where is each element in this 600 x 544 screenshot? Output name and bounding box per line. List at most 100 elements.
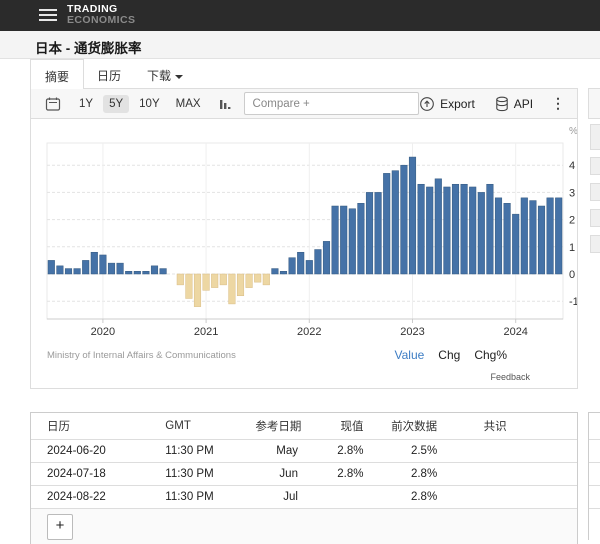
chart-bar <box>306 260 313 274</box>
trading-economics-logo[interactable]: TRADING ECONOMICS <box>67 4 135 26</box>
page-title: 日本 - 通货膨胀率 <box>35 37 142 57</box>
cell-actual <box>304 485 370 508</box>
chart-bar <box>203 274 210 290</box>
cell-previous: 2.8% <box>369 462 443 485</box>
table-row[interactable]: 2024-07-18 11:30 PM Jun 2.8% 2.8% <box>31 462 577 485</box>
hamburger-menu-icon[interactable] <box>39 9 57 23</box>
y-axis-label: 4 <box>569 160 575 172</box>
table-row[interactable]: 2024-08-22 11:30 PM Jul 2.8% <box>31 485 577 508</box>
export-label: Export <box>440 97 475 111</box>
chart-bar <box>246 274 253 288</box>
chart-bar <box>512 214 519 274</box>
inflation-bar-chart: 43210-1%20202021202220232024 <box>31 121 577 347</box>
calendar-icon[interactable] <box>45 96 61 112</box>
feedback-link[interactable]: Feedback <box>490 372 530 382</box>
chart-bar <box>521 198 528 274</box>
x-axis-label: 2021 <box>194 326 218 338</box>
chart-bar <box>211 274 218 288</box>
chart-bar <box>91 252 98 274</box>
y-axis-label: 2 <box>569 215 575 227</box>
x-axis-label: 2023 <box>400 326 424 338</box>
y-axis-label: -1 <box>569 296 577 308</box>
chart-bar <box>469 187 476 274</box>
chart-bar <box>375 192 382 274</box>
chart-bar <box>383 173 390 274</box>
chart-bar <box>530 201 537 274</box>
cell-previous: 2.8% <box>369 485 443 508</box>
chart-bar <box>452 184 459 274</box>
chart-bar <box>220 274 227 285</box>
chart-bar <box>409 157 416 274</box>
cell-gmt: 11:30 PM <box>159 439 249 462</box>
chart-bar <box>57 266 64 274</box>
col-header-consensus: 共识 <box>443 413 577 439</box>
tab-summary[interactable]: 摘要 <box>30 59 84 89</box>
chart-bar <box>297 252 304 274</box>
chart-bar <box>461 184 468 274</box>
range-button-1y[interactable]: 1Y <box>73 95 99 113</box>
title-bar: 日本 - 通货膨胀率 <box>0 31 600 59</box>
cell-date: 2024-08-22 <box>31 485 159 508</box>
calendar-table: 日历 GMT 参考日期 现值 前次数据 共识 2024-06-20 11:30 … <box>31 413 577 508</box>
export-button[interactable]: Export <box>419 96 475 112</box>
chart-bar <box>547 198 554 274</box>
range-button-10y[interactable]: 10Y <box>133 95 165 113</box>
chart-bar <box>177 274 184 285</box>
chart-bar <box>48 260 55 274</box>
col-header-gmt: GMT <box>159 413 249 439</box>
view-value[interactable]: Value <box>394 348 424 362</box>
cell-previous: 2.5% <box>369 439 443 462</box>
cell-date: 2024-07-18 <box>31 462 159 485</box>
chart-bar <box>487 184 494 274</box>
view-chg-pct[interactable]: Chg% <box>474 348 507 362</box>
cell-reference: May <box>249 439 304 462</box>
cell-reference: Jul <box>249 485 304 508</box>
chart-bar <box>82 260 89 274</box>
chart-bar <box>426 187 433 274</box>
chart-bar <box>263 274 270 285</box>
calendar-table-panel: 日历 GMT 参考日期 现值 前次数据 共识 2024-06-20 11:30 … <box>30 412 578 544</box>
chart-bar <box>555 198 562 274</box>
chart-bar <box>100 255 107 274</box>
chart-bar <box>289 258 296 274</box>
y-axis-label: 3 <box>569 187 575 199</box>
chart-bar <box>340 206 347 274</box>
chart-bar <box>315 250 322 274</box>
database-icon <box>495 96 509 112</box>
chart-bar <box>538 206 545 274</box>
col-header-actual: 现值 <box>304 413 370 439</box>
cell-reference: Jun <box>249 462 304 485</box>
y-axis-unit: % <box>569 126 577 137</box>
tab-download[interactable]: 下载 <box>134 59 196 89</box>
view-switcher: Value Chg Chg% <box>394 348 577 362</box>
chart-panel: 43210-1%20202021202220232024 Ministry of… <box>30 119 578 389</box>
chart-bar <box>194 274 201 307</box>
view-chg[interactable]: Chg <box>438 348 460 362</box>
cell-consensus <box>443 485 577 508</box>
chart-bar <box>418 184 425 274</box>
range-button-5y[interactable]: 5Y <box>103 95 129 113</box>
tab-calendar[interactable]: 日历 <box>84 59 134 89</box>
chart-toolbar: 1Y 5Y 10Y MAX Export API ⋮ <box>30 88 578 119</box>
range-button-max[interactable]: MAX <box>170 95 207 113</box>
more-options-icon[interactable]: ⋮ <box>547 95 569 112</box>
chart-bar <box>151 266 158 274</box>
chart-bar <box>160 269 167 274</box>
chart-bar <box>504 203 511 274</box>
col-header-reference: 参考日期 <box>249 413 304 439</box>
chart-bar <box>143 271 150 274</box>
compare-input[interactable] <box>244 92 420 115</box>
add-row-button[interactable]: + <box>47 514 73 540</box>
cell-consensus <box>443 462 577 485</box>
col-header-previous: 前次数据 <box>369 413 443 439</box>
api-label: API <box>514 97 533 111</box>
tab-bar: 摘要 日历 下载 <box>30 59 196 89</box>
chart-bar <box>74 269 81 274</box>
plot-border <box>47 143 563 319</box>
api-button[interactable]: API <box>495 96 533 112</box>
chart-bar <box>435 179 442 274</box>
table-header-row: 日历 GMT 参考日期 现值 前次数据 共识 <box>31 413 577 439</box>
cutoff-table-fragment <box>588 412 600 540</box>
table-row[interactable]: 2024-06-20 11:30 PM May 2.8% 2.5% <box>31 439 577 462</box>
chart-type-icon[interactable] <box>219 97 232 111</box>
